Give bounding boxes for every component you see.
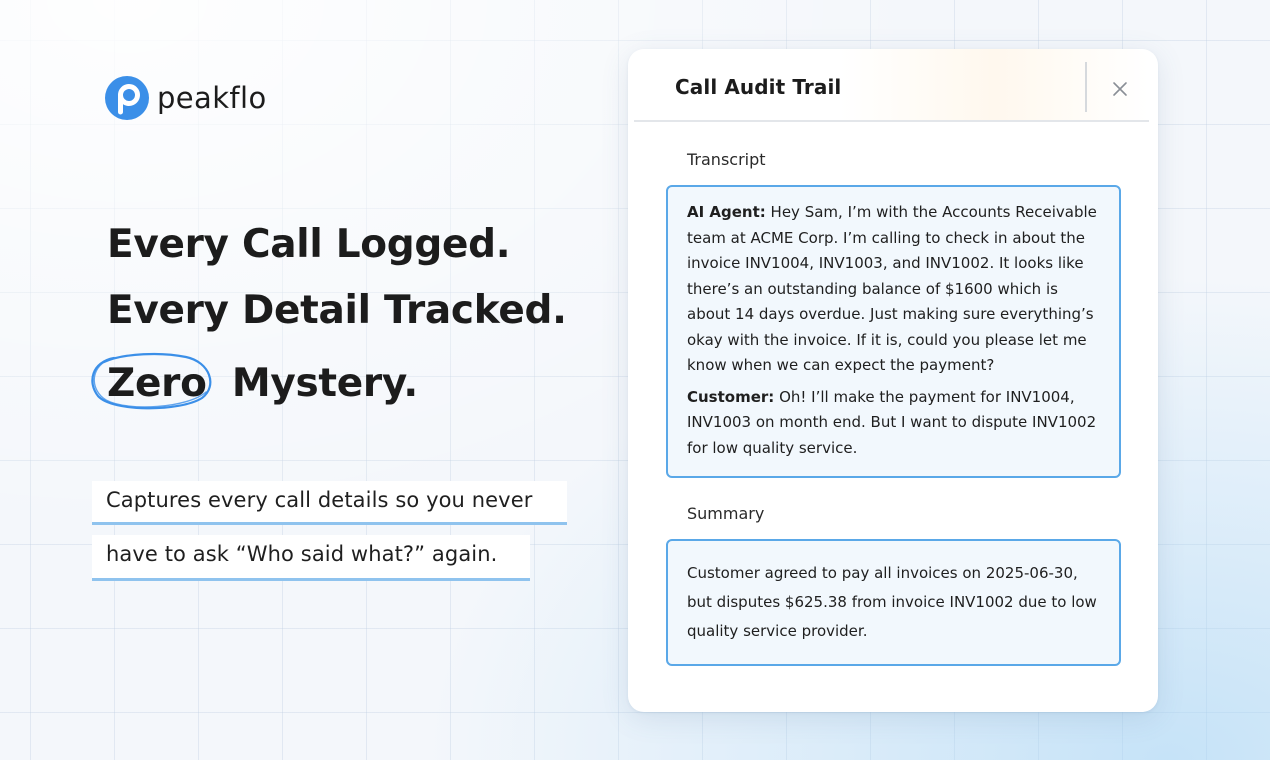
call-audit-trail-panel: Call Audit Trail Transcript AI Agent: He… (628, 49, 1158, 712)
transcript-label: Transcript (687, 150, 766, 169)
headline-line-3: Zero Mystery. (91, 352, 418, 410)
transcript-entry-customer: Customer: Oh! I’ll make the payment for … (687, 385, 1101, 462)
close-icon (1113, 82, 1127, 96)
panel-title: Call Audit Trail (675, 75, 842, 99)
transcript-entry-agent: AI Agent: Hey Sam, I’m with the Accounts… (687, 200, 1101, 379)
header-divider (1085, 62, 1087, 112)
brand-logo: peakflo (104, 75, 267, 121)
summary-box: Customer agreed to pay all invoices on 2… (666, 539, 1121, 666)
transcript-box: AI Agent: Hey Sam, I’m with the Accounts… (666, 185, 1121, 478)
subtext-line-1: Captures every call details so you never (92, 481, 567, 525)
headline-line-1: Every Call Logged. (107, 222, 511, 267)
speaker-label: AI Agent: (687, 203, 766, 221)
transcript-text: Hey Sam, I’m with the Accounts Receivabl… (687, 203, 1097, 374)
headline-circled-text: Zero (107, 361, 207, 406)
close-button[interactable] (1108, 77, 1132, 101)
headline-line-2: Every Detail Tracked. (107, 288, 567, 333)
circled-word: Zero (91, 352, 212, 410)
subtext-line-2: have to ask “Who said what?” again. (92, 535, 530, 581)
panel-header: Call Audit Trail (634, 49, 1149, 122)
speaker-label: Customer: (687, 387, 775, 406)
summary-label: Summary (687, 504, 765, 523)
peakflo-logo-icon (105, 76, 149, 120)
brand-name: peakflo (157, 81, 267, 115)
summary-text: Customer agreed to pay all invoices on 2… (687, 564, 1097, 640)
headline-line-3-rest: Mystery. (231, 361, 418, 406)
